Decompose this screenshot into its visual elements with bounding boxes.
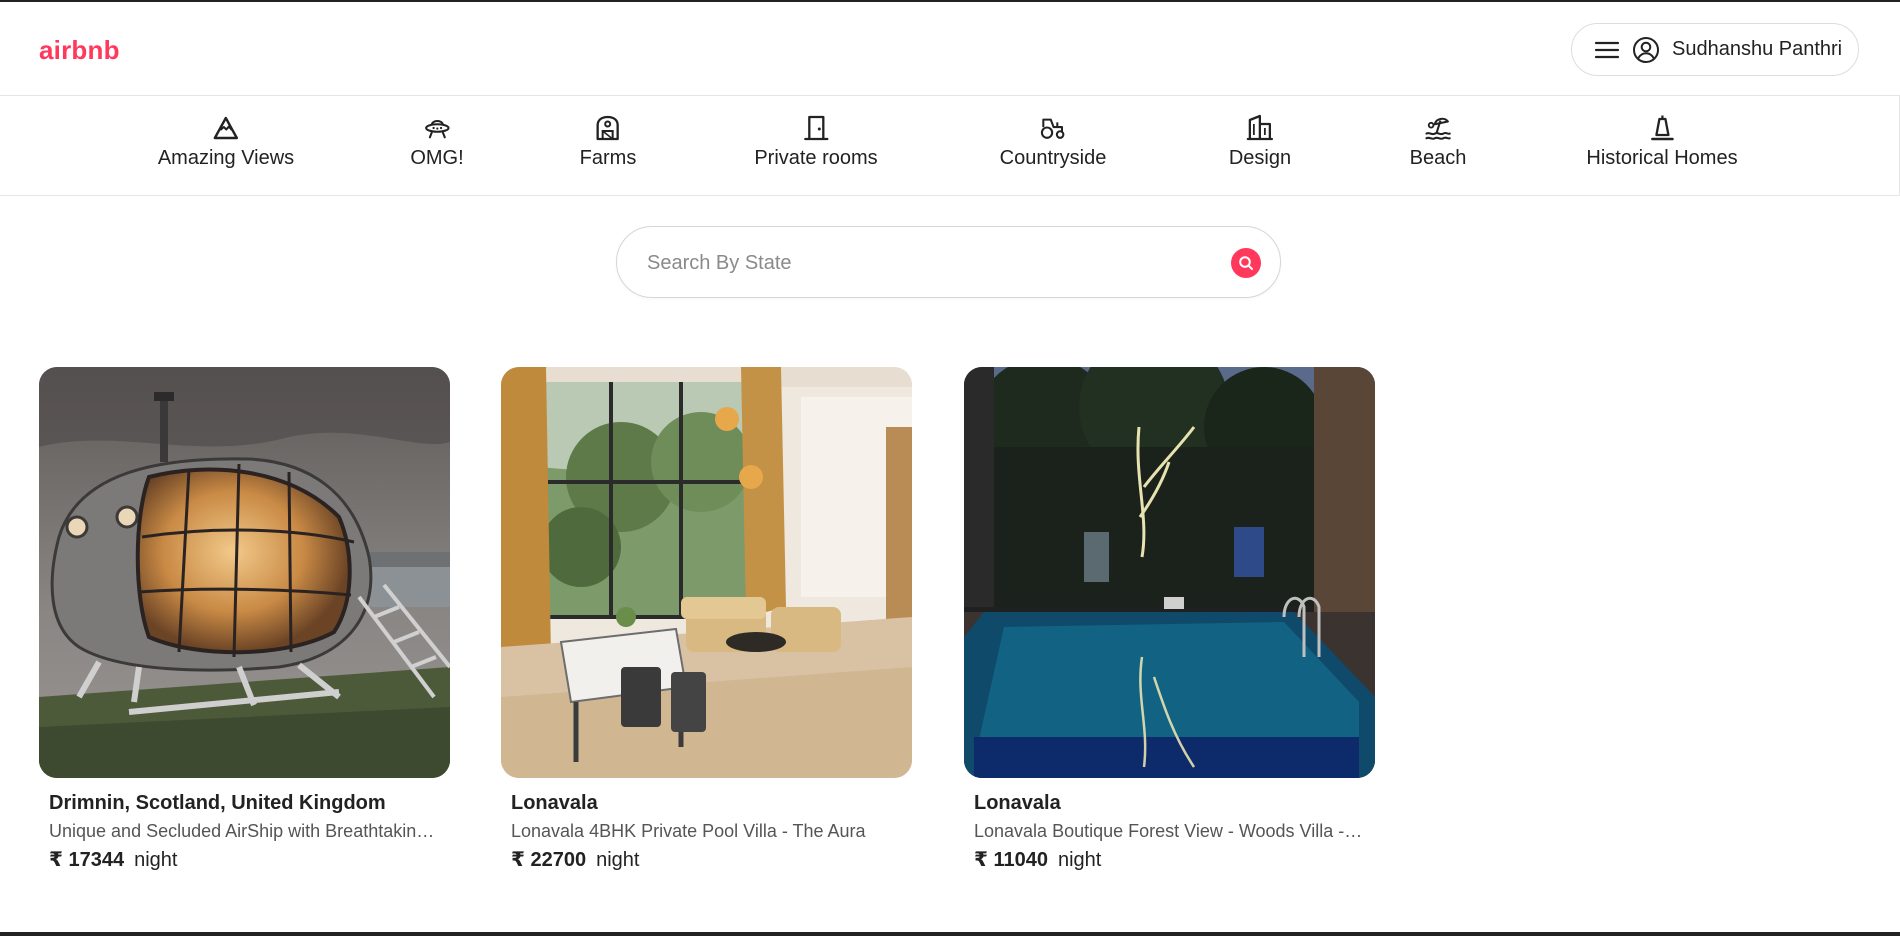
barn-icon [594, 114, 622, 142]
search-button[interactable] [1231, 248, 1261, 278]
category-bar: Amazing Views OMG! Farms Private rooms C… [0, 95, 1900, 196]
category-label: Design [1228, 147, 1292, 169]
category-amazing-views[interactable]: Amazing Views [158, 114, 294, 170]
search-icon [1238, 255, 1254, 271]
listing-price-row: ₹ 17344 night [49, 847, 451, 872]
category-label: Private rooms [754, 147, 878, 169]
listing-price-unit: night [1057, 849, 1102, 871]
listing-card[interactable]: Lonavala Lonavala 4BHK Private Pool Vill… [501, 367, 913, 872]
top-header: airbnb Sudhanshu Panthri [0, 2, 1900, 95]
listing-card[interactable]: Drimnin, Scotland, United Kingdom Unique… [39, 367, 451, 872]
category-private-rooms[interactable]: Private rooms [754, 114, 878, 170]
category-label: Amazing Views [157, 147, 295, 169]
category-label: OMG! [410, 147, 464, 169]
user-name: Sudhanshu Panthri [1672, 38, 1843, 60]
listing-location: Lonavala [974, 792, 1061, 814]
category-label: Beach [1409, 147, 1467, 169]
category-label: Countryside [999, 147, 1107, 169]
listing-card[interactable]: Lonavala Lonavala Boutique Forest View -… [964, 367, 1376, 872]
building-icon [1246, 114, 1274, 142]
user-circle-icon [1632, 36, 1660, 64]
search-bar [616, 226, 1281, 298]
category-label: Farms [579, 147, 637, 169]
listing-description: Unique and Secluded AirShip with Breatht… [49, 821, 439, 841]
category-historical-homes[interactable]: Historical Homes [1586, 114, 1738, 170]
search-input[interactable] [647, 245, 1187, 281]
door-icon [802, 114, 830, 142]
category-beach[interactable]: Beach [1409, 114, 1467, 170]
category-omg[interactable]: OMG! [410, 114, 464, 170]
listing-price-row: ₹ 22700 night [511, 847, 913, 872]
listing-price-row: ₹ 11040 night [974, 847, 1376, 872]
category-label: Historical Homes [1586, 147, 1738, 169]
listing-price: ₹ 11040 [974, 849, 1048, 871]
hamburger-icon [1594, 39, 1620, 61]
listing-info: Lonavala Lonavala 4BHK Private Pool Vill… [501, 778, 913, 872]
listing-price-unit: night [134, 849, 178, 871]
airbnb-logo[interactable]: airbnb [39, 35, 120, 66]
listing-price-unit: night [596, 849, 640, 871]
listing-description: Lonavala Boutique Forest View - Woods Vi… [974, 821, 1364, 841]
tractor-icon [1039, 114, 1067, 142]
listing-description: Lonavala 4BHK Private Pool Villa - The A… [511, 821, 866, 841]
window-bottom-border [0, 932, 1900, 936]
listing-location: Lonavala [511, 792, 598, 814]
ufo-icon [423, 114, 451, 142]
category-design[interactable]: Design [1229, 114, 1291, 170]
category-farms[interactable]: Farms [579, 114, 637, 170]
listing-location: Drimnin, Scotland, United Kingdom [49, 792, 386, 814]
listing-price: ₹ 17344 [49, 849, 125, 871]
listing-photo[interactable] [501, 367, 912, 778]
user-menu-button[interactable]: Sudhanshu Panthri [1571, 23, 1859, 76]
listing-photo[interactable] [39, 367, 450, 778]
category-countryside[interactable]: Countryside [999, 114, 1107, 170]
listing-info: Drimnin, Scotland, United Kingdom Unique… [39, 778, 451, 872]
mountain-icon [212, 114, 240, 142]
monument-icon [1648, 114, 1676, 142]
listing-price: ₹ 22700 [511, 849, 587, 871]
listing-photo[interactable] [964, 367, 1375, 778]
beach-icon [1424, 114, 1452, 142]
listing-info: Lonavala Lonavala Boutique Forest View -… [964, 778, 1376, 872]
